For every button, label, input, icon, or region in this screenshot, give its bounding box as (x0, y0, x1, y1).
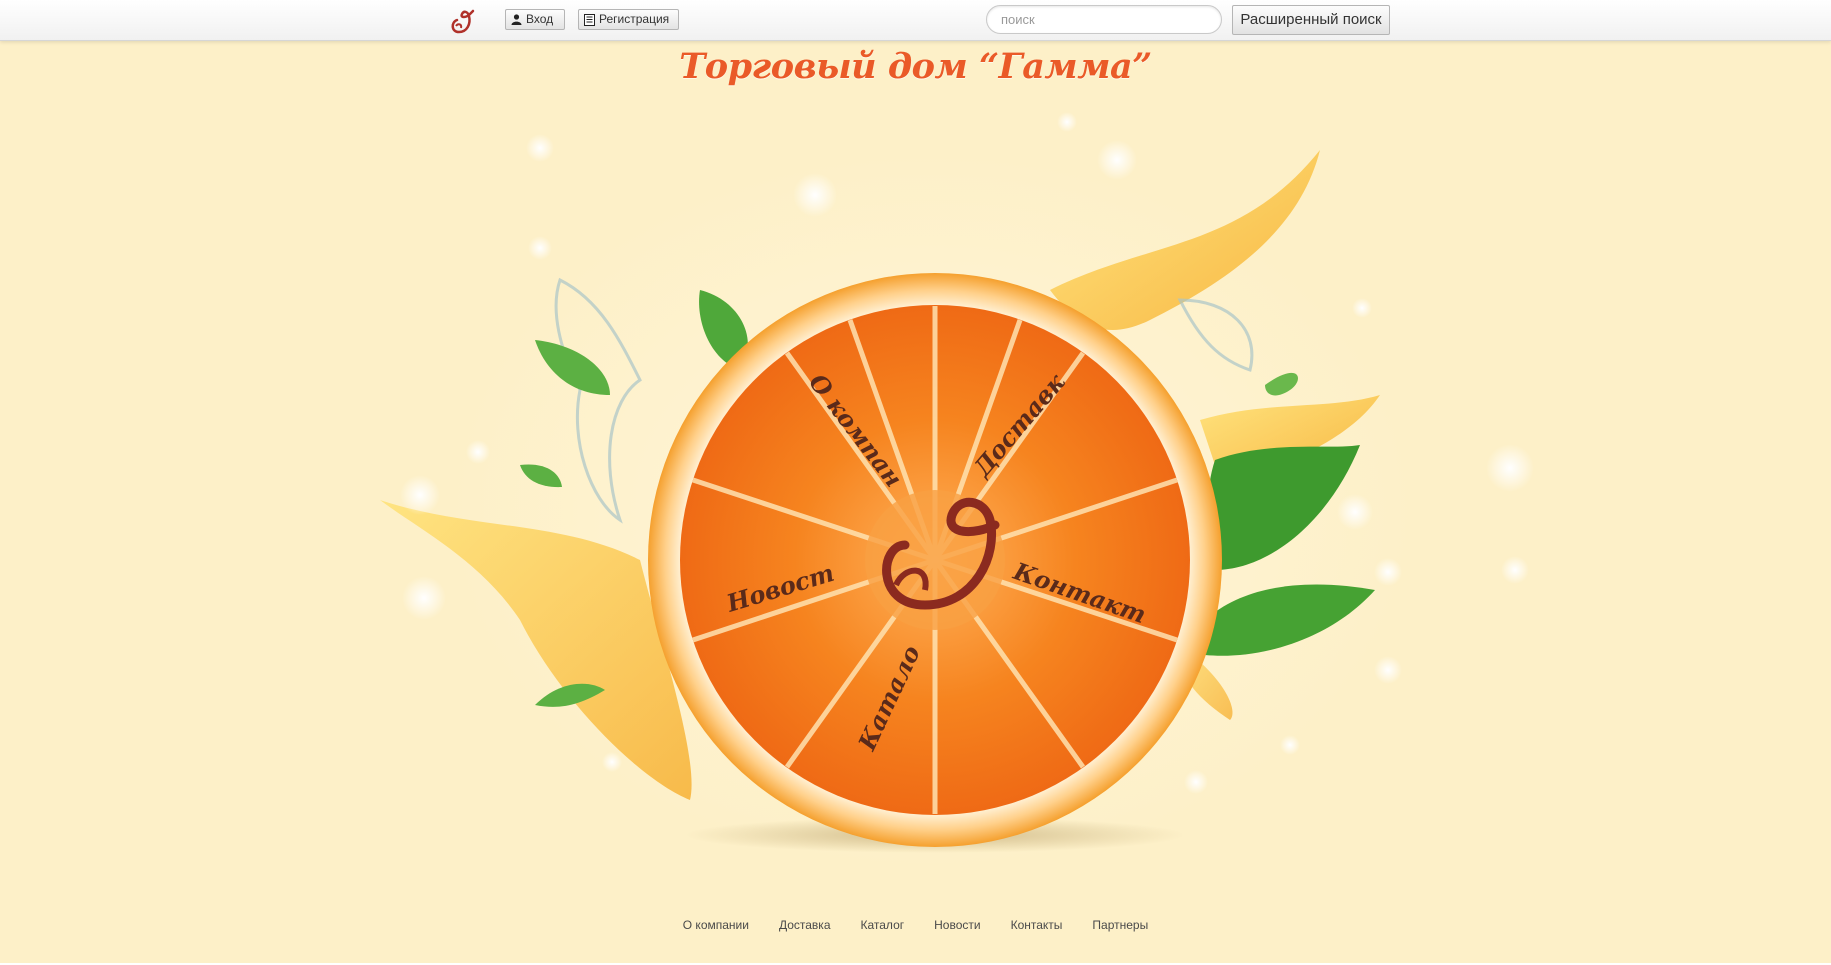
top-navigation-bar: Вход Регистрация Расширенный поиск (0, 0, 1831, 41)
gamma-logo-icon[interactable] (447, 6, 477, 36)
search-input[interactable] (986, 5, 1222, 34)
footer-link-catalog[interactable]: Каталог (861, 918, 905, 932)
user-icon (511, 14, 522, 25)
login-label: Вход (526, 12, 554, 26)
footer-link-delivery[interactable]: Доставка (779, 918, 831, 932)
footer-link-partners[interactable]: Партнеры (1092, 918, 1148, 932)
register-label: Регистрация (599, 12, 670, 26)
login-button[interactable]: Вход (505, 9, 565, 30)
register-button[interactable]: Регистрация (578, 9, 679, 30)
footer-link-news[interactable]: Новости (934, 918, 980, 932)
footer-navigation: О компании Доставка Каталог Новости Конт… (0, 918, 1831, 932)
footer-link-about[interactable]: О компании (683, 918, 749, 932)
orange-illustration: О компании Доставка Новости Контакты Кат… (0, 0, 1534, 853)
advanced-search-button[interactable]: Расширенный поиск (1232, 5, 1390, 35)
register-form-icon (584, 13, 595, 26)
footer-link-contacts[interactable]: Контакты (1011, 918, 1063, 932)
